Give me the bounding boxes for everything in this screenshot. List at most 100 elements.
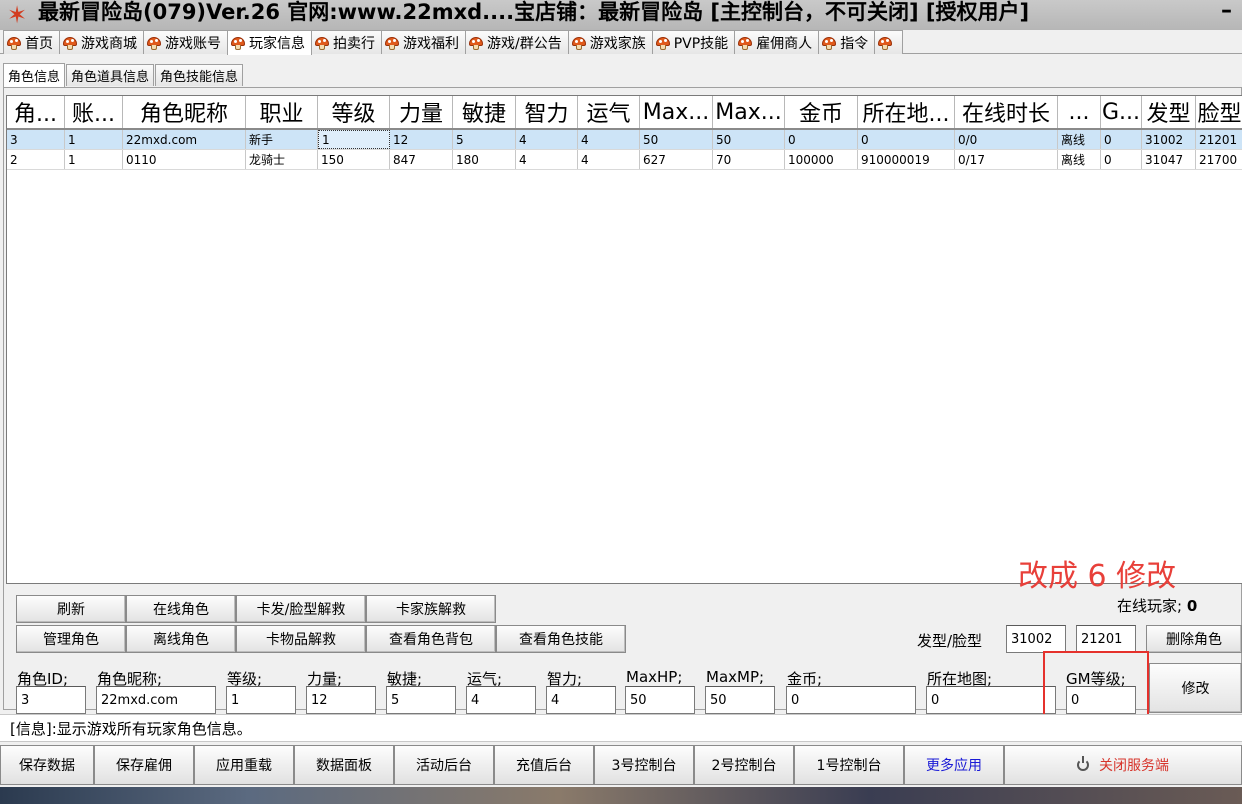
tab-home[interactable]: 首页 xyxy=(3,30,60,54)
subtab-character-skills[interactable]: 角色技能信息 xyxy=(155,64,244,86)
column-header[interactable]: 账... xyxy=(65,96,123,128)
map-field[interactable]: 0 xyxy=(926,686,1056,714)
table-cell: 离线 xyxy=(1058,150,1101,169)
table-cell: 4 xyxy=(578,150,640,169)
level-field[interactable]: 1 xyxy=(226,686,296,714)
table-cell: 50 xyxy=(640,130,713,149)
column-header[interactable]: 等级 xyxy=(318,96,390,128)
table-cell: 5 xyxy=(453,130,516,149)
column-header[interactable]: 角色昵称 xyxy=(123,96,246,128)
table-cell: 910000019 xyxy=(858,150,955,169)
view-inventory-button[interactable]: 查看角色背包 xyxy=(366,625,496,653)
shutdown-server-label: 关闭服务端 xyxy=(1099,758,1169,774)
info-status-bar: [信息]:显示游戏所有玩家角色信息。 xyxy=(0,714,1242,742)
save-hired-button[interactable]: 保存雇佣 xyxy=(94,745,194,785)
table-cell: 4 xyxy=(578,130,640,149)
reload-app-button[interactable]: 应用重载 xyxy=(194,745,294,785)
tab-player-info[interactable]: 玩家信息 xyxy=(227,30,312,55)
table-row[interactable]: 2 1 0110 龙骑士 150 847 180 4 4 627 70 1000… xyxy=(7,150,1242,170)
column-header[interactable]: 力量 xyxy=(390,96,453,128)
column-header[interactable]: 敏捷 xyxy=(453,96,516,128)
column-header[interactable]: 所在地... xyxy=(858,96,955,128)
red-annotation-text: 改成 6 修改 xyxy=(1018,559,1177,594)
column-header[interactable]: 在线时长 xyxy=(955,96,1058,128)
char-id-field[interactable]: 3 xyxy=(16,686,86,714)
manage-characters-button[interactable]: 管理角色 xyxy=(16,625,126,653)
save-data-button[interactable]: 保存数据 xyxy=(0,745,94,785)
shutdown-server-button[interactable]: 关闭服务端 xyxy=(1004,745,1242,785)
unstuck-items-button[interactable]: 卡物品解救 xyxy=(236,625,366,653)
char-name-field[interactable]: 22mxd.com xyxy=(96,686,216,714)
dex-field[interactable]: 5 xyxy=(386,686,456,714)
hair-field[interactable]: 31002 xyxy=(1006,625,1066,653)
unstuck-family-button[interactable]: 卡家族解救 xyxy=(366,595,496,623)
int-field[interactable]: 4 xyxy=(546,686,616,714)
maxmp-field[interactable]: 50 xyxy=(705,686,775,714)
minimize-button[interactable]: – xyxy=(1221,0,1232,23)
tab-commands[interactable]: 指令 xyxy=(818,30,876,54)
table-cell: 0 xyxy=(1101,150,1142,169)
column-header[interactable]: 运气 xyxy=(578,96,640,128)
table-cell: 0110 xyxy=(123,150,246,169)
table-cell: 627 xyxy=(640,150,713,169)
column-header[interactable]: 金币 xyxy=(785,96,858,128)
subtab-character-items[interactable]: 角色道具信息 xyxy=(66,64,155,86)
column-header[interactable]: 发型 xyxy=(1142,96,1196,128)
table-row[interactable]: 3 1 22mxd.com 新手 1 12 5 4 4 50 50 0 0 0/… xyxy=(7,130,1242,150)
main-tab-strip: 首页 游戏商城 游戏账号 玩家信息 拍卖行 游戏福利 游戏/群公告 游戏家族 P… xyxy=(0,30,1242,55)
character-grid[interactable]: 角... 账... 角色昵称 职业 等级 力量 敏捷 智力 运气 Max... … xyxy=(6,95,1242,584)
console-3-button[interactable]: 3号控制台 xyxy=(594,745,694,785)
tab-auction[interactable]: 拍卖行 xyxy=(311,30,382,54)
tab-game-shop[interactable]: 游戏商城 xyxy=(59,30,144,54)
tab-pvp-skills[interactable]: PVP技能 xyxy=(651,30,736,54)
tab-hired-merchant[interactable]: 雇佣商人 xyxy=(734,30,820,54)
table-cell: 4 xyxy=(516,150,578,169)
recharge-backend-button[interactable]: 充值后台 xyxy=(494,745,594,785)
gold-field[interactable]: 0 xyxy=(786,686,916,714)
table-cell: 12 xyxy=(390,130,453,149)
column-header[interactable]: 角... xyxy=(7,96,65,128)
table-cell: 0/17 xyxy=(955,150,1058,169)
console-1-button[interactable]: 1号控制台 xyxy=(794,745,904,785)
table-cell: 21201 xyxy=(1196,130,1242,149)
power-icon xyxy=(1077,756,1089,771)
face-field[interactable]: 21201 xyxy=(1076,625,1136,653)
column-header[interactable]: G... xyxy=(1101,96,1142,128)
tab-game-family[interactable]: 游戏家族 xyxy=(567,30,653,54)
tab-game-benefits[interactable]: 游戏福利 xyxy=(381,30,466,54)
tab-announcements[interactable]: 游戏/群公告 xyxy=(465,30,569,54)
offline-characters-button[interactable]: 离线角色 xyxy=(126,625,236,653)
table-cell: 100000 xyxy=(785,150,858,169)
column-header[interactable]: Max... xyxy=(640,96,713,128)
delete-character-button[interactable]: 删除角色 xyxy=(1146,625,1242,653)
column-header[interactable]: 脸型 xyxy=(1196,96,1242,128)
tab-game-accounts[interactable]: 游戏账号 xyxy=(143,30,228,54)
console-2-button[interactable]: 2号控制台 xyxy=(694,745,794,785)
events-backend-button[interactable]: 活动后台 xyxy=(394,745,494,785)
view-skills-button[interactable]: 查看角色技能 xyxy=(496,625,626,653)
column-header[interactable]: Max... xyxy=(713,96,785,128)
modify-button[interactable]: 修改 xyxy=(1149,663,1242,713)
table-cell: 3 xyxy=(7,130,65,149)
subtab-character-info[interactable]: 角色信息 xyxy=(3,63,66,87)
str-field[interactable]: 12 xyxy=(306,686,376,714)
more-apps-button[interactable]: 更多应用 xyxy=(904,745,1004,785)
refresh-button[interactable]: 刷新 xyxy=(16,595,126,623)
title-bar: ✶ 最新冒险岛(079)Ver.26 官网:www.22mxd....宝店铺：最… xyxy=(0,0,1242,30)
column-header[interactable]: 智力 xyxy=(516,96,578,128)
mushroom-icon xyxy=(315,36,329,50)
table-cell: 847 xyxy=(390,150,453,169)
column-header[interactable]: 职业 xyxy=(246,96,318,128)
tab-extra[interactable] xyxy=(874,30,904,54)
red-highlight-box xyxy=(1043,651,1149,719)
data-panel-button[interactable]: 数据面板 xyxy=(294,745,394,785)
field-label-maxhp: MaxHP; xyxy=(626,668,683,686)
table-cell: 0/0 xyxy=(955,130,1058,149)
luk-field[interactable]: 4 xyxy=(466,686,536,714)
maxhp-field[interactable]: 50 xyxy=(625,686,695,714)
column-header[interactable]: ... xyxy=(1058,96,1101,128)
mushroom-icon xyxy=(7,36,21,50)
online-characters-button[interactable]: 在线角色 xyxy=(126,595,236,623)
unstuck-hair-face-button[interactable]: 卡发/脸型解救 xyxy=(236,595,366,623)
hair-face-label: 发型/脸型 xyxy=(917,632,983,650)
